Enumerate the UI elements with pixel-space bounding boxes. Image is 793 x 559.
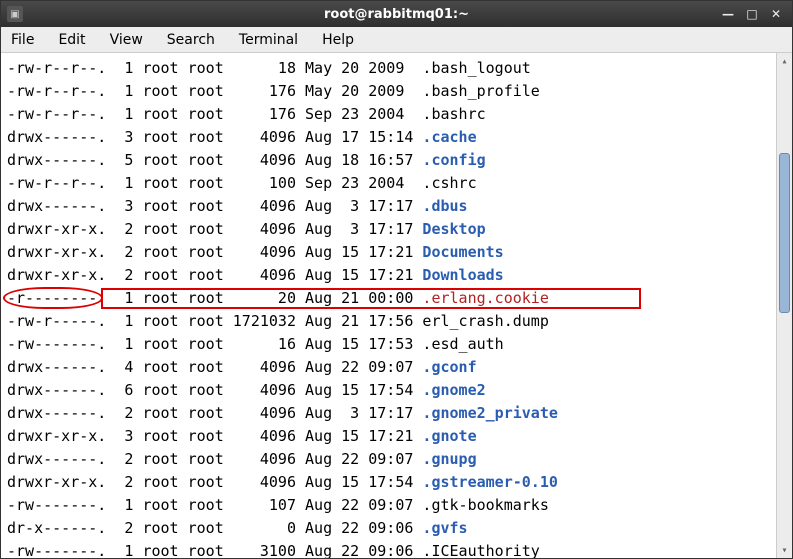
row-meta: -rw-------. 1 root root 16 Aug 15 17:53	[7, 335, 422, 353]
row-meta: drwxr-xr-x. 2 root root 4096 Aug 15 17:5…	[7, 473, 422, 491]
list-row: drwx------. 3 root root 4096 Aug 3 17:17…	[7, 195, 770, 218]
row-meta: drwxr-xr-x. 2 root root 4096 Aug 15 17:2…	[7, 266, 422, 284]
row-meta: dr-x------. 2 root root 0 Aug 22 09:06	[7, 519, 422, 537]
window-title: root@rabbitmq01:~	[324, 7, 469, 22]
list-row: drwxr-xr-x. 2 root root 4096 Aug 15 17:2…	[7, 241, 770, 264]
maximize-button[interactable]: □	[742, 5, 762, 23]
menu-file[interactable]: File	[7, 30, 38, 50]
list-row: -rw-r-----. 1 root root 1721032 Aug 21 1…	[7, 310, 770, 333]
filename: .gnome2	[422, 381, 485, 399]
scrollbar[interactable]: ▴ ▾	[776, 53, 792, 558]
filename: .esd_auth	[422, 335, 503, 353]
row-meta: -rw-------. 1 root root 3100 Aug 22 09:0…	[7, 542, 422, 558]
list-row: drwx------. 6 root root 4096 Aug 15 17:5…	[7, 379, 770, 402]
terminal-area: -rw-r--r--. 1 root root 18 May 20 2009 .…	[1, 53, 792, 558]
list-row: -rw-r--r--. 1 root root 176 Sep 23 2004 …	[7, 103, 770, 126]
row-meta: -rw-r--r--. 1 root root 18 May 20 2009	[7, 59, 422, 77]
row-meta: drwxr-xr-x. 3 root root 4096 Aug 15 17:2…	[7, 427, 422, 445]
list-row: dr-x------. 2 root root 0 Aug 22 09:06 .…	[7, 517, 770, 540]
row-meta: -rw-------. 1 root root 107 Aug 22 09:07	[7, 496, 422, 514]
menu-edit[interactable]: Edit	[54, 30, 89, 50]
list-row: drwx------. 2 root root 4096 Aug 22 09:0…	[7, 448, 770, 471]
row-meta: drwx------. 3 root root 4096 Aug 3 17:17	[7, 197, 422, 215]
list-row: drwx------. 3 root root 4096 Aug 17 15:1…	[7, 126, 770, 149]
filename: .config	[422, 151, 485, 169]
list-row: -rw-------. 1 root root 16 Aug 15 17:53 …	[7, 333, 770, 356]
row-meta: -rw-r--r--. 1 root root 100 Sep 23 2004	[7, 174, 422, 192]
row-meta: -rw-r--r--. 1 root root 176 Sep 23 2004	[7, 105, 422, 123]
list-row: -rw-r--r--. 1 root root 100 Sep 23 2004 …	[7, 172, 770, 195]
titlebar: ▣ root@rabbitmq01:~ — □ ✕	[1, 1, 792, 27]
filename: .ICEauthority	[422, 542, 539, 558]
filename: .erlang.cookie	[422, 289, 548, 307]
row-meta: drwx------. 3 root root 4096 Aug 17 15:1…	[7, 128, 422, 146]
list-row: -rw-------. 1 root root 107 Aug 22 09:07…	[7, 494, 770, 517]
row-meta: drwx------. 2 root root 4096 Aug 3 17:17	[7, 404, 422, 422]
list-row: drwx------. 2 root root 4096 Aug 3 17:17…	[7, 402, 770, 425]
row-meta: -rw-r-----. 1 root root 1721032 Aug 21 1…	[7, 312, 422, 330]
filename: .bashrc	[422, 105, 485, 123]
row-meta: drwxr-xr-x. 2 root root 4096 Aug 3 17:17	[7, 220, 422, 238]
list-row: drwxr-xr-x. 2 root root 4096 Aug 3 17:17…	[7, 218, 770, 241]
list-row: drwxr-xr-x. 3 root root 4096 Aug 15 17:2…	[7, 425, 770, 448]
row-meta: -rw-r--r--. 1 root root 176 May 20 2009	[7, 82, 422, 100]
row-meta: drwx------. 4 root root 4096 Aug 22 09:0…	[7, 358, 422, 376]
scrollbar-thumb[interactable]	[779, 153, 790, 313]
filename: .gstreamer-0.10	[422, 473, 557, 491]
filename: .bash_logout	[422, 59, 530, 77]
window-controls: — □ ✕	[718, 5, 786, 23]
filename: Downloads	[422, 266, 503, 284]
scroll-up-arrow-icon[interactable]: ▴	[777, 53, 792, 69]
filename: .gnupg	[422, 450, 476, 468]
row-meta: drwx------. 5 root root 4096 Aug 18 16:5…	[7, 151, 422, 169]
row-meta: drwx------. 6 root root 4096 Aug 15 17:5…	[7, 381, 422, 399]
filename: .bash_profile	[422, 82, 539, 100]
menu-help[interactable]: Help	[318, 30, 358, 50]
list-row: drwxr-xr-x. 2 root root 4096 Aug 15 17:5…	[7, 471, 770, 494]
filename: .dbus	[422, 197, 467, 215]
list-row: -rw-r--r--. 1 root root 18 May 20 2009 .…	[7, 57, 770, 80]
filename: .gnome2_private	[422, 404, 557, 422]
menu-search[interactable]: Search	[163, 30, 219, 50]
terminal-app-icon: ▣	[7, 6, 23, 22]
menubar: File Edit View Search Terminal Help	[1, 27, 792, 53]
minimize-button[interactable]: —	[718, 5, 738, 23]
filename: Desktop	[422, 220, 485, 238]
terminal-output[interactable]: -rw-r--r--. 1 root root 18 May 20 2009 .…	[1, 53, 776, 558]
filename: erl_crash.dump	[422, 312, 548, 330]
filename: .cshrc	[422, 174, 476, 192]
row-meta: -r--------. 1 root root 20 Aug 21 00:00	[7, 289, 422, 307]
scroll-down-arrow-icon[interactable]: ▾	[777, 542, 792, 558]
list-row: drwxr-xr-x. 2 root root 4096 Aug 15 17:2…	[7, 264, 770, 287]
terminal-window: ▣ root@rabbitmq01:~ — □ ✕ File Edit View…	[0, 0, 793, 559]
filename: .gtk-bookmarks	[422, 496, 548, 514]
list-row: -r--------. 1 root root 20 Aug 21 00:00 …	[7, 287, 770, 310]
row-meta: drwxr-xr-x. 2 root root 4096 Aug 15 17:2…	[7, 243, 422, 261]
filename: Documents	[422, 243, 503, 261]
row-meta: drwx------. 2 root root 4096 Aug 22 09:0…	[7, 450, 422, 468]
menu-view[interactable]: View	[106, 30, 147, 50]
filename: .gconf	[422, 358, 476, 376]
list-row: -rw-r--r--. 1 root root 176 May 20 2009 …	[7, 80, 770, 103]
list-row: drwx------. 5 root root 4096 Aug 18 16:5…	[7, 149, 770, 172]
list-row: -rw-------. 1 root root 3100 Aug 22 09:0…	[7, 540, 770, 558]
filename: .cache	[422, 128, 476, 146]
menu-terminal[interactable]: Terminal	[235, 30, 302, 50]
close-button[interactable]: ✕	[766, 5, 786, 23]
list-row: drwx------. 4 root root 4096 Aug 22 09:0…	[7, 356, 770, 379]
filename: .gnote	[422, 427, 476, 445]
filename: .gvfs	[422, 519, 467, 537]
